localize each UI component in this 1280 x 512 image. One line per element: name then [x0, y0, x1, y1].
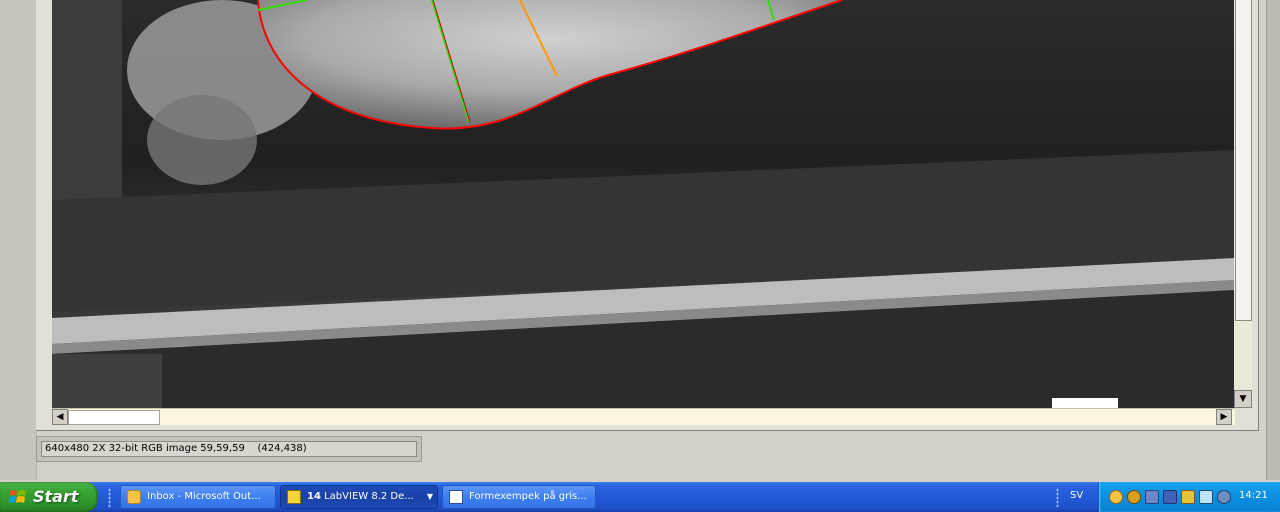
help-icon[interactable] — [1217, 490, 1231, 504]
start-button[interactable]: Start — [0, 482, 98, 512]
task-label: Inbox - Microsoft Out... — [147, 491, 261, 502]
taskbar: Start Inbox - Microsoft Out... 14 LabVIE… — [0, 482, 1280, 512]
network-icon[interactable] — [1145, 490, 1159, 504]
word-icon — [449, 490, 463, 504]
task-group-count: 14 — [307, 491, 321, 502]
vertical-scroll-thumb[interactable] — [1235, 0, 1252, 321]
taskbar-grip-2 — [1056, 488, 1059, 508]
overlay-label-box — [1052, 398, 1118, 408]
window-left-panel — [0, 0, 37, 480]
floor-mesh — [52, 354, 162, 408]
start-label: Start — [33, 487, 79, 506]
security-icon[interactable] — [1127, 490, 1141, 504]
image-display-frame: ▼ ◀ ▶ — [36, 0, 1259, 431]
image-status-panel: 640x480 2X 32-bit RGB image 59,59,59 (42… — [36, 436, 422, 462]
task-inbox-outlook[interactable]: Inbox - Microsoft Out... — [120, 485, 276, 509]
task-labview-group[interactable]: 14 LabVIEW 8.2 De... ▼ — [280, 485, 438, 509]
camera-image-canvas — [52, 0, 1235, 408]
usb-icon[interactable] — [1163, 490, 1177, 504]
labview-icon — [287, 490, 301, 504]
outlook-tray-icon[interactable] — [1109, 490, 1123, 504]
task-label: LabVIEW 8.2 De... — [324, 491, 414, 502]
scroll-right-arrow-icon[interactable]: ▶ — [1216, 409, 1232, 425]
system-tray: 14:21 — [1098, 482, 1280, 512]
labview-window: ▼ ◀ ▶ 640x480 2X 32-bit RGB image 59,59,… — [0, 0, 1280, 480]
window-right-border — [1266, 0, 1280, 480]
scroll-down-arrow-icon[interactable]: ▼ — [1234, 390, 1252, 408]
mesh-panel — [52, 0, 122, 230]
outlook-icon — [127, 490, 141, 504]
vertical-scrollbar[interactable]: ▼ — [1234, 0, 1252, 408]
image-info-text: 640x480 2X 32-bit RGB image 59,59,59 (42… — [41, 441, 417, 457]
pig-snout — [147, 95, 257, 185]
group-dropdown-icon: ▼ — [426, 492, 433, 501]
monitor-icon[interactable] — [1199, 490, 1213, 504]
camera-image[interactable] — [52, 0, 1235, 408]
taskbar-grip[interactable] — [108, 488, 111, 508]
windows-logo-icon — [9, 490, 26, 503]
clock[interactable]: 14:21 — [1239, 490, 1268, 501]
horizontal-scrollbar[interactable]: ◀ ▶ — [52, 408, 1235, 425]
pen-icon[interactable] — [1181, 490, 1195, 504]
scroll-left-arrow-icon[interactable]: ◀ — [52, 409, 68, 425]
task-label: Formexempek på gris... — [469, 491, 587, 502]
task-word-document[interactable]: Formexempek på gris... — [442, 485, 596, 509]
horizontal-scroll-thumb[interactable] — [68, 410, 160, 425]
language-indicator[interactable]: SV — [1070, 490, 1083, 501]
